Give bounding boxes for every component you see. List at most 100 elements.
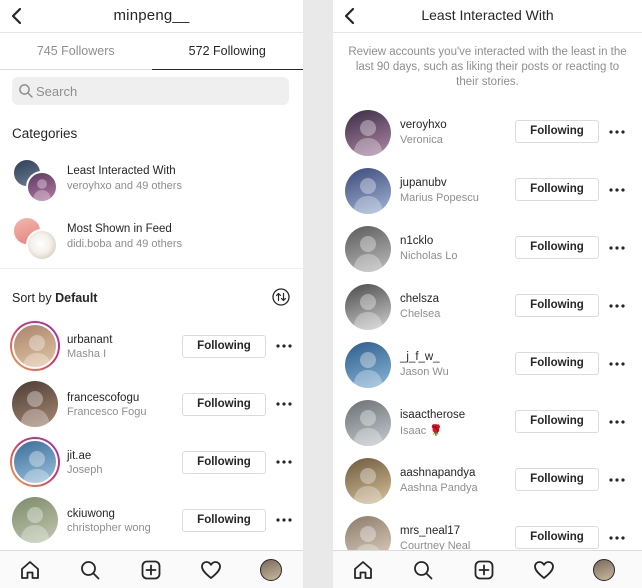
least-interacted-screen: Least Interacted With Review accounts yo… <box>333 0 642 588</box>
avatar[interactable] <box>345 458 391 504</box>
category-title: Least Interacted With <box>67 165 176 177</box>
description: Review accounts you've interacted with t… <box>348 46 627 88</box>
more-options-icon[interactable] <box>608 413 626 431</box>
categories-heading: Categories <box>12 126 78 141</box>
home-icon[interactable] <box>352 559 374 581</box>
more-options-icon[interactable] <box>608 297 626 315</box>
tab-following[interactable]: 572 Following <box>151 34 304 70</box>
following-button[interactable]: Following <box>515 120 599 143</box>
following-button[interactable]: Following <box>515 526 599 549</box>
search-icon[interactable] <box>79 559 101 581</box>
list-item[interactable]: jit.ae Joseph Following <box>0 433 303 491</box>
more-options-icon[interactable] <box>608 181 626 199</box>
full-name: Masha I <box>67 348 107 360</box>
more-options-icon[interactable] <box>275 511 293 529</box>
new-post-icon[interactable] <box>140 559 162 581</box>
sort-label: Sort by Default <box>12 291 97 305</box>
list-item[interactable]: francescofogu Francesco Fogu Following <box>0 375 303 433</box>
avatar[interactable] <box>12 323 58 369</box>
full-name: Aashna Pandya <box>400 482 478 494</box>
sort-prefix: Sort by <box>12 291 52 305</box>
more-options-icon[interactable] <box>275 395 293 413</box>
avatar[interactable] <box>12 439 58 485</box>
home-icon[interactable] <box>19 559 41 581</box>
list-item[interactable]: isaactherose Isaac 🌹 Following <box>333 396 642 454</box>
sort-toggle-icon[interactable] <box>272 288 290 306</box>
following-button[interactable]: Following <box>515 410 599 433</box>
full-name: christopher wong <box>67 522 151 534</box>
list-item[interactable]: _j_f_w_ Jason Wu Following <box>333 338 642 396</box>
username[interactable]: veroyhxo <box>400 119 447 131</box>
avatar[interactable] <box>345 226 391 272</box>
list-item[interactable]: aashnapandya Aashna Pandya Following <box>333 454 642 512</box>
avatar[interactable] <box>12 381 58 427</box>
list-item[interactable]: n1cklo Nicholas Lo Following <box>333 222 642 280</box>
divider <box>0 268 303 269</box>
following-button[interactable]: Following <box>515 294 599 317</box>
full-name: Francesco Fogu <box>67 406 147 418</box>
username[interactable]: francescofogu <box>67 392 139 404</box>
search-icon[interactable] <box>412 559 434 581</box>
avatar[interactable] <box>345 400 391 446</box>
avatar[interactable] <box>345 110 391 156</box>
follow-tabs: 745 Followers 572 Following <box>0 34 303 70</box>
username[interactable]: jit.ae <box>67 450 91 462</box>
following-button[interactable]: Following <box>515 178 599 201</box>
username[interactable]: mrs_neal17 <box>400 525 460 537</box>
avatar[interactable] <box>345 168 391 214</box>
username[interactable]: aashnapandya <box>400 467 475 479</box>
more-options-icon[interactable] <box>608 239 626 257</box>
activity-heart-icon[interactable] <box>200 559 222 581</box>
avatar[interactable] <box>12 497 58 543</box>
following-button[interactable]: Following <box>515 468 599 491</box>
username[interactable]: ckiuwong <box>67 508 115 520</box>
avatar <box>26 171 58 203</box>
username[interactable]: jupanubv <box>400 177 447 189</box>
more-options-icon[interactable] <box>608 529 626 547</box>
category-least-interacted[interactable]: Least Interacted With veroyhxo and 49 ot… <box>0 156 303 206</box>
search-bar[interactable] <box>12 77 289 105</box>
full-name: Nicholas Lo <box>400 250 458 262</box>
list-item[interactable]: jupanubv Marius Popescu Following <box>333 164 642 222</box>
following-button[interactable]: Following <box>182 509 266 532</box>
more-options-icon[interactable] <box>608 355 626 373</box>
category-subtitle: didi.boba and 49 others <box>67 238 182 250</box>
full-name: Joseph <box>67 464 103 476</box>
category-avatars <box>12 216 60 262</box>
list-item[interactable]: ckiuwong christopher wong Following <box>0 491 303 549</box>
avatar[interactable] <box>345 284 391 330</box>
list-item[interactable]: chelsza Chelsea Following <box>333 280 642 338</box>
following-button[interactable]: Following <box>515 236 599 259</box>
more-options-icon[interactable] <box>275 453 293 471</box>
avatar[interactable] <box>345 342 391 388</box>
list-item[interactable]: veroyhxo Veronica Following <box>333 106 642 164</box>
page-title: minpeng__ <box>113 7 190 24</box>
following-button[interactable]: Following <box>515 352 599 375</box>
username[interactable]: chelsza <box>400 293 439 305</box>
more-options-icon[interactable] <box>608 123 626 141</box>
category-title: Most Shown in Feed <box>67 223 172 235</box>
following-button[interactable]: Following <box>182 335 266 358</box>
more-options-icon[interactable] <box>608 471 626 489</box>
username[interactable]: _j_f_w_ <box>400 351 440 363</box>
activity-heart-icon[interactable] <box>533 559 555 581</box>
profile-avatar[interactable] <box>593 559 615 581</box>
username[interactable]: urbanant <box>67 334 112 346</box>
search-icon <box>18 83 34 99</box>
tab-followers[interactable]: 745 Followers <box>0 34 152 69</box>
following-button[interactable]: Following <box>182 451 266 474</box>
profile-avatar[interactable] <box>260 559 282 581</box>
username[interactable]: isaactherose <box>400 409 465 421</box>
new-post-icon[interactable] <box>473 559 495 581</box>
category-avatars <box>12 158 60 204</box>
more-options-icon[interactable] <box>275 337 293 355</box>
page-title: Least Interacted With <box>421 7 554 23</box>
bottom-nav <box>0 550 303 588</box>
category-most-shown[interactable]: Most Shown in Feed didi.boba and 49 othe… <box>0 214 303 264</box>
list-item[interactable]: urbanant Masha I Following <box>0 317 303 375</box>
username[interactable]: n1cklo <box>400 235 433 247</box>
search-input[interactable] <box>36 77 276 105</box>
header: Least Interacted With <box>333 0 642 33</box>
full-name: Chelsea <box>400 308 441 320</box>
following-button[interactable]: Following <box>182 393 266 416</box>
